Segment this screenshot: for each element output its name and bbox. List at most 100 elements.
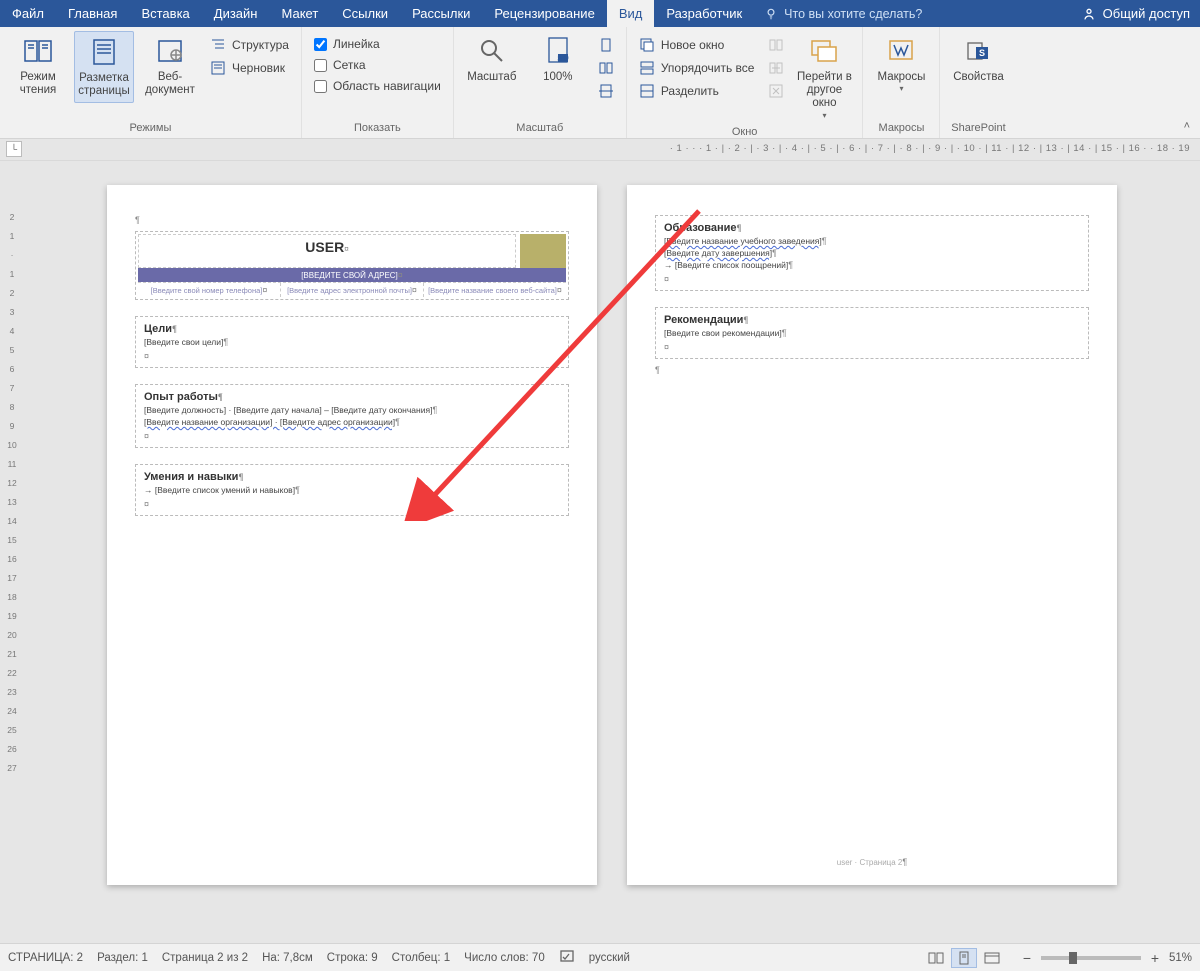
share-label: Общий доступ bbox=[1103, 6, 1190, 21]
status-at[interactable]: На: 7,8см bbox=[262, 952, 313, 964]
status-section[interactable]: Раздел: 1 bbox=[97, 952, 148, 964]
page-width-icon bbox=[598, 83, 614, 99]
resume-education-block[interactable]: Образование [Введите название учебного з… bbox=[655, 215, 1089, 291]
tab-insert[interactable]: Вставка bbox=[129, 0, 201, 27]
read-mode-view-button[interactable] bbox=[923, 948, 949, 968]
document-page-1[interactable]: USER [ВВЕДИТЕ СВОЙ АДРЕС] [Введите свой … bbox=[107, 185, 597, 885]
gridlines-checkbox[interactable]: Сетка bbox=[310, 56, 445, 74]
resume-experience-block[interactable]: Опыт работы [Введите должность] · [Введи… bbox=[135, 384, 569, 448]
pages-container[interactable]: USER [ВВЕДИТЕ СВОЙ АДРЕС] [Введите свой … bbox=[24, 161, 1200, 943]
status-page[interactable]: СТРАНИЦА: 2 bbox=[8, 952, 83, 964]
group-window: Новое окно Упорядочить все Разделить Пер… bbox=[627, 27, 864, 138]
print-layout-view-button[interactable] bbox=[951, 948, 977, 968]
resume-references-block[interactable]: Рекомендации [Введите свои рекомендации] bbox=[655, 307, 1089, 359]
arrange-all-icon bbox=[639, 60, 655, 76]
read-mode-button[interactable]: Режим чтения bbox=[8, 31, 68, 101]
tab-stop-selector[interactable]: └ bbox=[6, 141, 22, 157]
status-line[interactable]: Строка: 9 bbox=[327, 952, 378, 964]
status-language[interactable]: русский bbox=[589, 952, 630, 964]
paragraph-mark bbox=[135, 215, 569, 225]
group-view-modes: Режим чтения Разметка страницы Веб-докум… bbox=[0, 27, 302, 138]
view-mode-buttons bbox=[923, 948, 1005, 968]
svg-text:100: 100 bbox=[558, 56, 569, 62]
share-button[interactable]: Общий доступ bbox=[1071, 0, 1200, 27]
status-bar: СТРАНИЦА: 2 Раздел: 1 Страница 2 из 2 На… bbox=[0, 943, 1200, 971]
dropdown-caret-icon: ▾ bbox=[822, 111, 826, 120]
split-button[interactable]: Разделить bbox=[635, 81, 759, 101]
group-label-zoom: Масштаб bbox=[462, 120, 618, 138]
horizontal-ruler-area: └ · 1 · · · 1 · | · 2 · | · 3 · | · 4 · … bbox=[0, 139, 1200, 161]
print-layout-icon bbox=[88, 36, 120, 68]
page-width-button[interactable] bbox=[594, 81, 618, 101]
sync-scroll-button[interactable] bbox=[764, 58, 788, 78]
tab-home[interactable]: Главная bbox=[56, 0, 129, 27]
outline-icon bbox=[210, 37, 226, 53]
resume-name-field[interactable]: USER bbox=[138, 234, 516, 268]
ribbon: Режим чтения Разметка страницы Веб-докум… bbox=[0, 27, 1200, 139]
zoom-percent[interactable]: 51% bbox=[1169, 952, 1192, 964]
status-column[interactable]: Столбец: 1 bbox=[392, 952, 451, 964]
sync-scroll-icon bbox=[768, 60, 784, 76]
lightbulb-icon bbox=[764, 7, 778, 21]
outline-button[interactable]: Структура bbox=[206, 35, 293, 55]
web-layout-view-button[interactable] bbox=[979, 948, 1005, 968]
group-zoom: Масштаб 100 100% Масштаб bbox=[454, 27, 627, 138]
tab-developer[interactable]: Разработчик bbox=[654, 0, 754, 27]
draft-button[interactable]: Черновик bbox=[206, 58, 293, 78]
view-side-by-side-button[interactable] bbox=[764, 35, 788, 55]
ruler-checkbox[interactable]: Линейка bbox=[310, 35, 445, 53]
collapse-ribbon-button[interactable]: ˄ bbox=[1184, 120, 1190, 132]
resume-website-field[interactable]: [Введите название своего веб-сайта] bbox=[424, 283, 566, 297]
tab-file[interactable]: Файл bbox=[0, 0, 56, 27]
zoom-slider[interactable] bbox=[1041, 956, 1141, 960]
tab-review[interactable]: Рецензирование bbox=[482, 0, 606, 27]
page-footer: user · Страница 2 bbox=[627, 857, 1117, 867]
print-layout-button[interactable]: Разметка страницы bbox=[74, 31, 134, 103]
navigation-pane-checkbox[interactable]: Область навигации bbox=[310, 77, 445, 95]
document-page-2[interactable]: Образование [Введите название учебного з… bbox=[627, 185, 1117, 885]
group-label-show: Показать bbox=[310, 120, 445, 138]
zoom-button[interactable]: Масштаб bbox=[462, 31, 522, 88]
tell-me-search[interactable]: Что вы хотите сделать? bbox=[754, 0, 932, 27]
multi-page-button[interactable] bbox=[594, 58, 618, 78]
zoom-in-button[interactable]: + bbox=[1147, 950, 1163, 966]
group-sharepoint: S Свойства SharePoint bbox=[940, 27, 1016, 138]
tab-mailings[interactable]: Рассылки bbox=[400, 0, 482, 27]
switch-windows-button[interactable]: Перейти в другое окно ▾ bbox=[794, 31, 854, 124]
macros-button[interactable]: Макросы ▾ bbox=[871, 31, 931, 97]
horizontal-ruler[interactable]: · 1 · · · 1 · | · 2 · | · 3 · | · 4 · | … bbox=[670, 143, 1190, 154]
group-macros: Макросы ▾ Макросы bbox=[863, 27, 940, 138]
sharepoint-icon: S bbox=[962, 35, 994, 67]
properties-button[interactable]: S Свойства bbox=[948, 31, 1008, 88]
zoom-slider-thumb[interactable] bbox=[1069, 952, 1077, 964]
resume-email-field[interactable]: [Введите адрес электронной почты] bbox=[281, 283, 424, 297]
macros-icon bbox=[885, 35, 917, 67]
zoom-out-button[interactable]: − bbox=[1019, 950, 1035, 966]
group-label-sharepoint: SharePoint bbox=[948, 120, 1008, 138]
web-layout-icon bbox=[154, 35, 186, 67]
vertical-ruler[interactable]: 21·1234567891011121314151617181920212223… bbox=[0, 161, 24, 943]
tab-view[interactable]: Вид bbox=[607, 0, 655, 27]
tab-layout[interactable]: Макет bbox=[269, 0, 330, 27]
tab-design[interactable]: Дизайн bbox=[202, 0, 270, 27]
resume-phone-field[interactable]: [Введите свой номер телефона] bbox=[138, 283, 281, 297]
group-show: Линейка Сетка Область навигации Показать bbox=[302, 27, 454, 138]
status-page-of[interactable]: Страница 2 из 2 bbox=[162, 952, 248, 964]
one-page-button[interactable] bbox=[594, 35, 618, 55]
tab-references[interactable]: Ссылки bbox=[330, 0, 400, 27]
resume-address-field[interactable]: [ВВЕДИТЕ СВОЙ АДРЕС] bbox=[138, 268, 566, 282]
status-word-count[interactable]: Число слов: 70 bbox=[464, 952, 545, 964]
zoom-control: − + 51% bbox=[1019, 950, 1192, 966]
paragraph-mark bbox=[655, 365, 1089, 375]
reset-position-button[interactable] bbox=[764, 81, 788, 101]
read-mode-icon bbox=[22, 35, 54, 67]
zoom-100-button[interactable]: 100 100% bbox=[528, 31, 588, 88]
web-layout-button[interactable]: Веб-документ bbox=[140, 31, 200, 101]
resume-skills-block[interactable]: Умения и навыки → [Введите список умений… bbox=[135, 464, 569, 516]
new-window-button[interactable]: Новое окно bbox=[635, 35, 759, 55]
proofing-icon[interactable] bbox=[559, 948, 575, 967]
resume-header-block[interactable]: USER [ВВЕДИТЕ СВОЙ АДРЕС] [Введите свой … bbox=[135, 231, 569, 300]
arrange-all-button[interactable]: Упорядочить все bbox=[635, 58, 759, 78]
resume-photo-placeholder[interactable] bbox=[520, 234, 566, 268]
resume-goals-block[interactable]: Цели [Введите свои цели] bbox=[135, 316, 569, 368]
